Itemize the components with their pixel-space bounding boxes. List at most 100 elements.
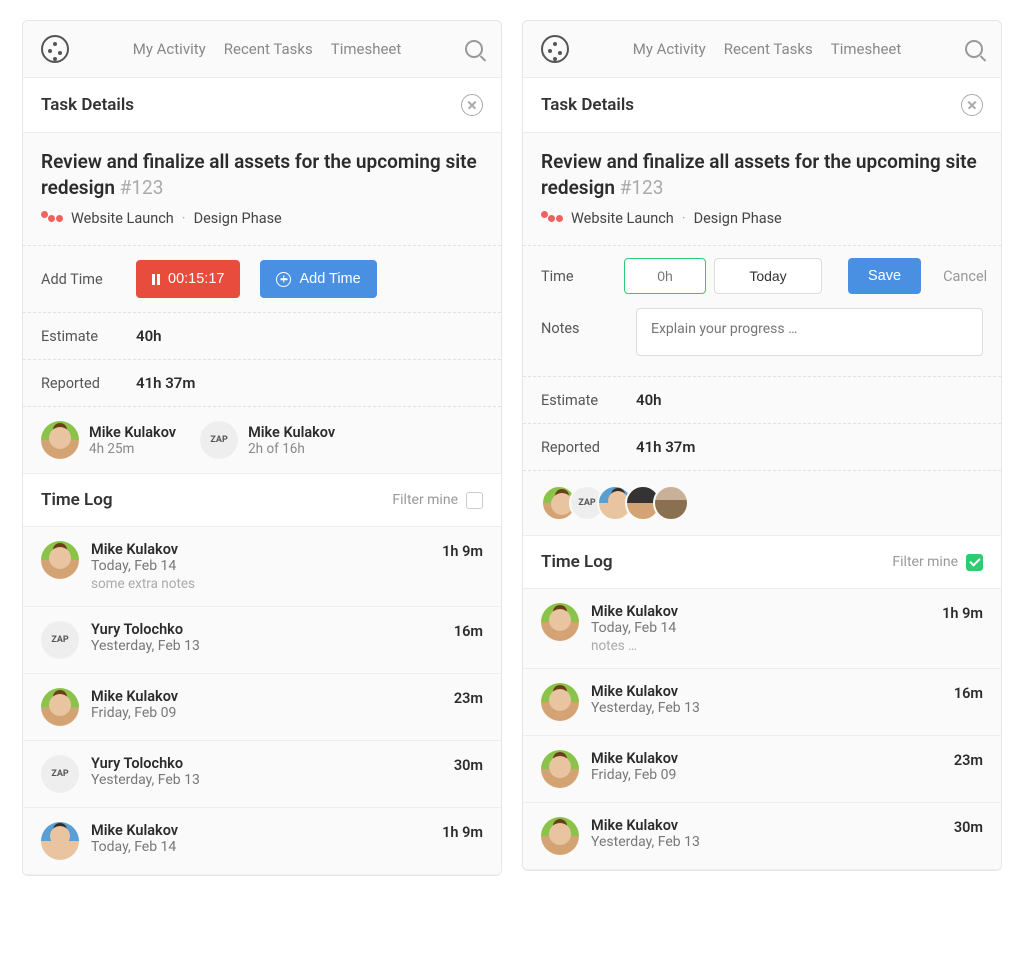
log-info: Mike Kulakov Today, Feb 14 notes … (591, 603, 930, 654)
log-entry[interactable]: Mike Kulakov Today, Feb 14 notes … 1h 9m (523, 589, 1001, 669)
save-button[interactable]: Save (848, 258, 921, 294)
asana-icon (41, 215, 63, 222)
log-date: Today, Feb 14 (591, 620, 930, 636)
task-meta: Website Launch · Design Phase (541, 210, 983, 227)
timer-value: 00:15:17 (168, 271, 224, 287)
log-info: Mike Kulakov Yesterday, Feb 13 (591, 683, 942, 716)
separator: · (682, 210, 686, 227)
log-entry[interactable]: Mike Kulakov Today, Feb 14 1h 9m (23, 808, 501, 875)
task-meta: Website Launch · Design Phase (41, 210, 483, 227)
task-title-text: Review and finalize all assets for the u… (41, 150, 477, 199)
log-info: Yury Tolochko Yesterday, Feb 13 (91, 621, 442, 654)
timelog-header: Time Log Filter mine (523, 536, 1001, 589)
add-time-btn-label: Add Time (299, 271, 360, 287)
log-entry[interactable]: Mike Kulakov Friday, Feb 09 23m (23, 674, 501, 741)
assignee-hours: 2h of 16h (248, 441, 335, 457)
avatar: ZAP (41, 755, 79, 793)
assignee-info: Mike Kulakov 2h of 16h (248, 424, 335, 457)
app-logo-icon[interactable] (541, 35, 569, 63)
log-user-name: Mike Kulakov (91, 541, 430, 558)
avatar (541, 683, 579, 721)
task-title-text: Review and finalize all assets for the u… (541, 150, 977, 199)
log-date: Yesterday, Feb 13 (591, 700, 942, 716)
log-duration: 1h 9m (442, 543, 483, 560)
task-summary: Review and finalize all assets for the u… (523, 133, 1001, 246)
log-date: Friday, Feb 09 (91, 705, 442, 721)
avatar (541, 603, 579, 641)
timer-button[interactable]: 00:15:17 (136, 260, 240, 298)
log-date: Friday, Feb 09 (591, 767, 942, 783)
add-time-row: Add Time 00:15:17 Add Time (23, 246, 501, 313)
timelog-title: Time Log (541, 552, 613, 572)
log-user-name: Mike Kulakov (591, 750, 942, 767)
notes-input[interactable] (636, 308, 983, 356)
nav-links: My Activity Recent Tasks Timesheet (89, 40, 445, 58)
log-duration: 1h 9m (442, 824, 483, 841)
assignee-name: Mike Kulakov (89, 424, 176, 441)
log-info: Mike Kulakov Today, Feb 14 some extra no… (91, 541, 430, 592)
log-entry[interactable]: Mike Kulakov Friday, Feb 09 23m (523, 736, 1001, 803)
log-duration: 1h 9m (942, 605, 983, 622)
search-icon[interactable] (465, 40, 483, 58)
search-icon[interactable] (965, 40, 983, 58)
nav-recent-tasks[interactable]: Recent Tasks (224, 40, 313, 58)
add-time-button[interactable]: Add Time (260, 260, 376, 298)
add-time-label: Add Time (41, 271, 116, 288)
assignee-hours: 4h 25m (89, 441, 176, 457)
log-entry[interactable]: ZAP Yury Tolochko Yesterday, Feb 13 16m (23, 607, 501, 674)
nav-timesheet[interactable]: Timesheet (331, 40, 402, 58)
filter-checkbox[interactable] (966, 554, 983, 571)
top-nav: My Activity Recent Tasks Timesheet (23, 21, 501, 78)
avatar (541, 817, 579, 855)
log-user-name: Mike Kulakov (591, 817, 942, 834)
log-duration: 16m (954, 685, 983, 702)
log-info: Yury Tolochko Yesterday, Feb 13 (91, 755, 442, 788)
nav-my-activity[interactable]: My Activity (133, 40, 206, 58)
assignee[interactable]: ZAP Mike Kulakov 2h of 16h (200, 421, 335, 459)
log-info: Mike Kulakov Friday, Feb 09 (591, 750, 942, 783)
nav-my-activity[interactable]: My Activity (633, 40, 706, 58)
close-icon[interactable] (461, 94, 483, 116)
nav-recent-tasks[interactable]: Recent Tasks (724, 40, 813, 58)
avatar (41, 421, 79, 459)
avatar[interactable] (653, 485, 689, 521)
avatar (41, 688, 79, 726)
log-entry[interactable]: Mike Kulakov Yesterday, Feb 13 16m (523, 669, 1001, 736)
avatar (541, 750, 579, 788)
log-entry[interactable]: Mike Kulakov Yesterday, Feb 13 30m (523, 803, 1001, 870)
time-log-list: Mike Kulakov Today, Feb 14 notes … 1h 9m… (523, 589, 1001, 870)
time-label: Time (541, 268, 616, 285)
notes-label: Notes (541, 308, 616, 337)
log-date: Yesterday, Feb 13 (591, 834, 942, 850)
pause-icon (152, 274, 160, 285)
estimate-row: Estimate 40h (523, 377, 1001, 424)
date-input[interactable] (714, 258, 822, 294)
assignee-info: Mike Kulakov 4h 25m (89, 424, 176, 457)
log-info: Mike Kulakov Yesterday, Feb 13 (591, 817, 942, 850)
log-user-name: Mike Kulakov (91, 822, 430, 839)
hours-input[interactable] (624, 258, 706, 294)
plus-circle-icon (276, 272, 291, 287)
app-logo-icon[interactable] (41, 35, 69, 63)
assignee[interactable]: Mike Kulakov 4h 25m (41, 421, 176, 459)
filter-checkbox[interactable] (466, 492, 483, 509)
log-duration: 23m (954, 752, 983, 769)
log-duration: 16m (454, 623, 483, 640)
task-panel-timer-mode: My Activity Recent Tasks Timesheet Task … (22, 20, 502, 876)
close-icon[interactable] (961, 94, 983, 116)
reported-row: Reported 41h 37m (523, 424, 1001, 471)
log-entry[interactable]: ZAP Yury Tolochko Yesterday, Feb 13 30m (23, 741, 501, 808)
nav-timesheet[interactable]: Timesheet (831, 40, 902, 58)
task-title: Review and finalize all assets for the u… (41, 149, 483, 200)
log-notes: some extra notes (91, 576, 430, 592)
log-duration: 30m (454, 757, 483, 774)
log-duration: 23m (454, 690, 483, 707)
filter-label: Filter mine (892, 554, 958, 570)
log-date: Yesterday, Feb 13 (91, 772, 442, 788)
log-date: Today, Feb 14 (91, 558, 430, 574)
task-id: #123 (620, 176, 664, 199)
log-user-name: Yury Tolochko (91, 621, 442, 638)
cancel-button[interactable]: Cancel (943, 268, 987, 285)
log-entry[interactable]: Mike Kulakov Today, Feb 14 some extra no… (23, 527, 501, 607)
timelog-title: Time Log (41, 490, 113, 510)
